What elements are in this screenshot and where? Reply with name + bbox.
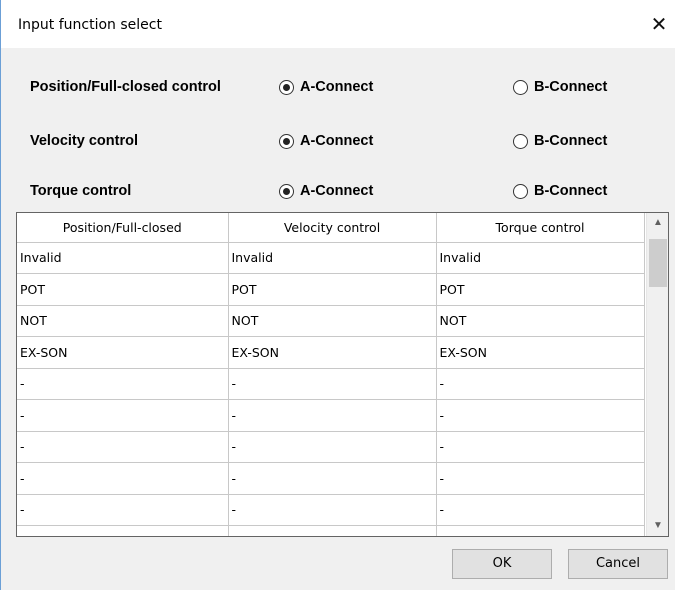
table-cell[interactable]: - [436,494,645,526]
table-cell[interactable]: - [17,431,229,463]
table-cell[interactable]: - [17,399,229,432]
ok-button[interactable]: OK [452,549,552,579]
table-cell[interactable]: NOT [228,305,437,337]
velocity-b-connect-label: B-Connect [534,133,608,149]
position-control-label: Position/Full-closed control [30,79,221,95]
torque-control-label: Torque control [30,183,132,199]
table-cell[interactable]: EX-SON [228,336,437,369]
table-cell[interactable] [436,525,645,536]
torque-a-connect-radio[interactable]: A-Connect [279,183,373,199]
table-row[interactable]: EX-SON EX-SON EX-SON [17,336,645,369]
table-row[interactable]: - - - [17,368,645,400]
velocity-control-label: Velocity control [30,133,138,149]
table-row[interactable] [17,525,645,536]
table-row[interactable]: - - - [17,399,645,432]
table-row[interactable]: Invalid Invalid Invalid [17,242,645,274]
table-cell[interactable]: NOT [17,305,229,337]
table-cell[interactable]: - [228,368,437,400]
table-row[interactable]: - - - [17,494,645,526]
table-header-row: Position/Full-closed Velocity control To… [17,213,645,243]
radio-unchecked-icon[interactable] [513,79,528,95]
radio-checked-icon[interactable] [279,133,294,149]
table-row[interactable]: - - - [17,462,645,495]
table-cell[interactable]: NOT [436,305,645,337]
radio-unchecked-icon[interactable] [513,133,528,149]
function-grid[interactable]: Position/Full-closed Velocity control To… [16,212,669,537]
column-header-position[interactable]: Position/Full-closed [17,213,229,243]
table-row[interactable]: NOT NOT NOT [17,305,645,337]
position-b-connect-label: B-Connect [534,79,608,95]
torque-a-connect-label: A-Connect [300,183,374,199]
scroll-down-arrow-icon[interactable]: ▼ [647,516,668,536]
position-b-connect-radio[interactable]: B-Connect [513,79,607,95]
table-cell[interactable] [228,525,437,536]
radio-checked-icon[interactable] [279,79,294,95]
table-cell[interactable]: POT [228,273,437,306]
table-row[interactable]: - - - [17,431,645,463]
table-cell[interactable]: - [17,494,229,526]
close-icon[interactable]: ✕ [646,12,672,38]
table-cell[interactable]: Invalid [228,242,437,274]
radio-unchecked-icon[interactable] [513,183,528,199]
dialog-title: Input function select [18,17,162,33]
function-table: Position/Full-closed Velocity control To… [17,213,645,536]
scroll-thumb[interactable] [649,239,667,287]
table-cell[interactable]: - [228,462,437,495]
radio-checked-icon[interactable] [279,183,294,199]
table-cell[interactable]: POT [17,273,229,306]
velocity-a-connect-label: A-Connect [300,133,374,149]
table-cell[interactable]: - [436,399,645,432]
scroll-up-arrow-icon[interactable]: ▲ [647,213,668,233]
torque-b-connect-label: B-Connect [534,183,608,199]
column-header-torque[interactable]: Torque control [436,213,645,243]
table-cell[interactable]: - [228,431,437,463]
table-row[interactable]: POT POT POT [17,273,645,306]
table-cell[interactable]: - [228,399,437,432]
table-cell[interactable]: POT [436,273,645,306]
table-cell[interactable]: Invalid [436,242,645,274]
table-cell[interactable]: EX-SON [436,336,645,369]
table-cell[interactable]: - [436,462,645,495]
table-cell[interactable]: - [228,494,437,526]
table-cell[interactable]: - [17,462,229,495]
position-a-connect-label: A-Connect [300,79,374,95]
table-cell[interactable] [17,525,229,536]
table-cell[interactable]: EX-SON [17,336,229,369]
table-cell[interactable]: Invalid [17,242,229,274]
torque-b-connect-radio[interactable]: B-Connect [513,183,607,199]
column-header-velocity[interactable]: Velocity control [228,213,437,243]
table-cell[interactable]: - [436,368,645,400]
vertical-scrollbar[interactable]: ▲ ▼ [646,213,668,536]
input-function-select-dialog: Input function select ✕ Position/Full-cl… [0,0,675,590]
position-a-connect-radio[interactable]: A-Connect [279,79,373,95]
table-cell[interactable]: - [17,368,229,400]
title-bar: Input function select ✕ [1,0,675,48]
velocity-b-connect-radio[interactable]: B-Connect [513,133,607,149]
cancel-button[interactable]: Cancel [568,549,668,579]
velocity-a-connect-radio[interactable]: A-Connect [279,133,373,149]
table-cell[interactable]: - [436,431,645,463]
